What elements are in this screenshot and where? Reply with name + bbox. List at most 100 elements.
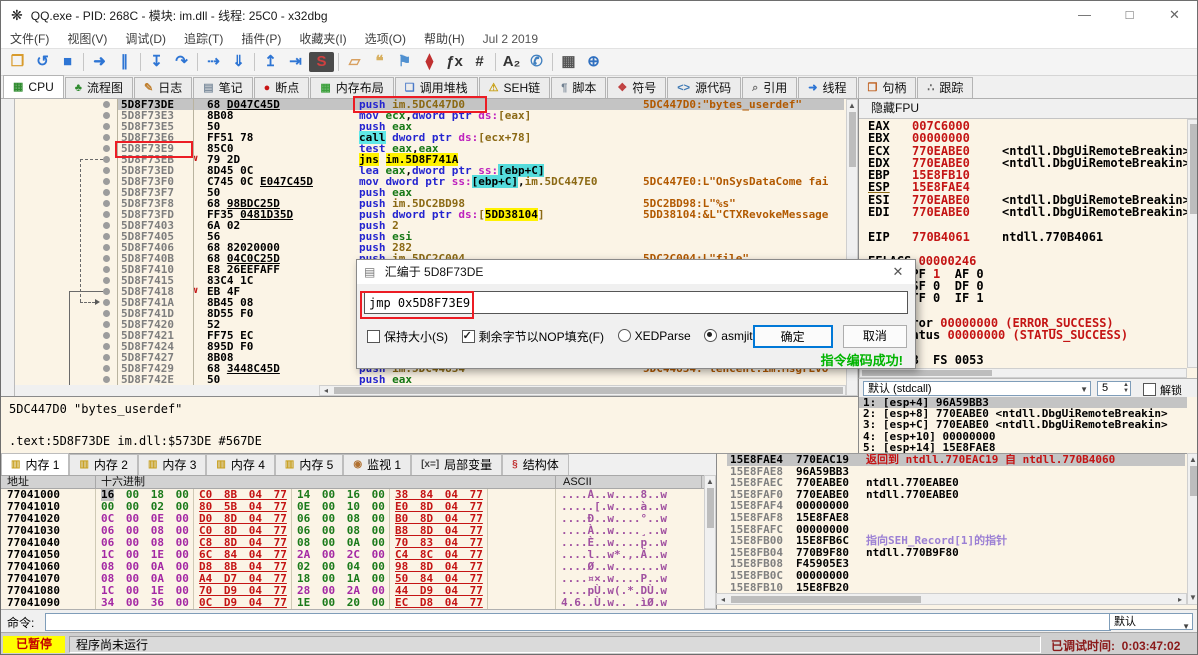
run-to-cursor-icon[interactable]: ⇢	[201, 50, 226, 74]
breakpoint-dot[interactable]	[103, 233, 110, 240]
breakpoint-dot[interactable]	[103, 255, 110, 262]
comment-icon[interactable]: ❝	[367, 50, 392, 74]
breakpoint-dot[interactable]	[103, 299, 110, 306]
menu-item-4[interactable]: 插件(P)	[232, 30, 290, 47]
breakpoint-dot[interactable]	[103, 123, 110, 130]
stack-horizontal-scrollbar[interactable]: ◂ ▸	[716, 593, 1187, 605]
stack-vertical-scrollbar[interactable]: ▲ ▼	[1187, 453, 1197, 605]
label-icon[interactable]: ⚑	[392, 50, 417, 74]
disasm-row[interactable]: 5D8F742E 50 push eax	[15, 374, 846, 385]
maximize-button[interactable]: □	[1107, 1, 1152, 29]
tab-watch-1[interactable]: ◉ 监视 1	[343, 454, 412, 475]
breakpoint-dot[interactable]	[103, 354, 110, 361]
breakpoint-dot[interactable]	[103, 266, 110, 273]
tab-locals[interactable]: [x=] 局部变量	[411, 454, 503, 475]
xedparse-radio[interactable]: XEDParse	[617, 329, 691, 343]
breakpoint-dot[interactable]	[103, 343, 110, 350]
stack-row[interactable]: 15E8FAF4 00000000	[717, 500, 1197, 512]
tab-script[interactable]: ¶ 脚本	[551, 77, 607, 98]
calling-convention-select[interactable]: 默认 (stdcall) ▼	[863, 381, 1091, 396]
breakpoint-dot[interactable]	[103, 288, 110, 295]
menu-item-6[interactable]: 选项(O)	[356, 30, 415, 47]
stack-row[interactable]: 15E8FAF8 15E8FAE8	[717, 512, 1197, 524]
globe-icon[interactable]: ⊕	[581, 50, 606, 74]
dump-vertical-scrollbar[interactable]: ▲	[704, 475, 716, 609]
tab-notes[interactable]: ▤ 笔记	[193, 77, 253, 98]
breakpoint-dot[interactable]	[103, 332, 110, 339]
breakpoint-dot[interactable]	[103, 156, 110, 163]
minimize-button[interactable]: —	[1062, 1, 1107, 29]
stack-row[interactable]: 15E8FB10 15E8FB20	[717, 581, 1197, 594]
registers-horizontal-scrollbar[interactable]	[859, 368, 1187, 378]
checkbox-icon[interactable]	[1143, 383, 1156, 396]
stack-row[interactable]: 15E8FB0C 00000000	[717, 570, 1197, 582]
breakpoint-dot[interactable]	[103, 376, 110, 383]
tab-dump-1[interactable]: ▥ 内存 1	[1, 453, 70, 475]
open-file-icon[interactable]: ❐	[5, 50, 30, 74]
breakpoint-dot[interactable]	[103, 310, 110, 317]
breakpoint-dot[interactable]	[103, 145, 110, 152]
menu-item-5[interactable]: 收藏夹(I)	[290, 30, 355, 47]
ok-button[interactable]: 确定	[752, 324, 833, 348]
stack-view[interactable]: 15E8FAE4 770EAC19 返回到 ntdll.770EAC19 自 ntd…	[716, 453, 1197, 609]
close-button[interactable]: ✕	[1152, 1, 1197, 29]
breakpoint-dot[interactable]	[103, 365, 110, 372]
scylla-icon[interactable]: S	[309, 52, 334, 72]
run-to-user-code-icon[interactable]: ⇥	[283, 50, 308, 74]
step-over-icon[interactable]: ↷	[169, 50, 194, 74]
pause-icon[interactable]: ∥	[112, 50, 137, 74]
tab-trace[interactable]: ∴ 跟踪	[917, 77, 974, 98]
breakpoint-dot[interactable]	[103, 321, 110, 328]
tab-references[interactable]: ⌕ 引用	[742, 77, 798, 98]
stop-icon[interactable]: ■	[55, 50, 80, 74]
tab-dump-5[interactable]: ▥ 内存 5	[274, 454, 344, 475]
memory-dump-view[interactable]: 77041000 16 00 18 00 C0 8B 04 77 14 00 16 0…	[1, 489, 704, 609]
asmjit-radio[interactable]: asmjit	[704, 329, 753, 343]
tab-call-stack[interactable]: ❏ 调用堆栈	[394, 77, 478, 98]
menu-item-2[interactable]: 调试(D)	[116, 30, 175, 47]
tab-log[interactable]: ✎ 日志	[133, 77, 193, 98]
tab-struct[interactable]: § 结构体	[502, 454, 569, 475]
keep-size-checkbox[interactable]: 保持大小(S)	[367, 328, 448, 345]
argument-row[interactable]: 5: [esp+14] 15E8FAE8	[859, 442, 1187, 453]
function-icon[interactable]: ƒx	[442, 50, 467, 74]
run-icon[interactable]: ➜	[87, 50, 112, 74]
breakpoint-dot[interactable]	[103, 222, 110, 229]
dialog-close-icon[interactable]: ✕	[881, 260, 915, 284]
bookmark-icon[interactable]: ⧫	[417, 50, 442, 74]
stack-row[interactable]: 15E8FB08 F45905E3	[717, 558, 1197, 570]
tab-dump-3[interactable]: ▥ 内存 3	[137, 454, 207, 475]
patch-icon[interactable]: ▱	[342, 50, 367, 74]
tab-seh-chain[interactable]: ⚠ SEH链	[478, 77, 551, 98]
step-into-icon[interactable]: ↧	[144, 50, 169, 74]
stack-row[interactable]: 15E8FAF0 770EABE0 ntdll.770EABE0	[717, 489, 1197, 501]
tab-memory-map[interactable]: ▦ 内存布局	[310, 77, 394, 98]
spinner-arrows-icon[interactable]: ▲ ▼	[1123, 382, 1129, 394]
breakpoint-dot[interactable]	[103, 244, 110, 251]
menu-item-0[interactable]: 文件(F)	[1, 30, 58, 47]
stack-row[interactable]: 15E8FB00 15E8FB6C 指向SEH_Record[1]的指针	[717, 535, 1197, 547]
calculator-icon[interactable]: ▦	[556, 50, 581, 74]
registers-vertical-scrollbar[interactable]	[1187, 119, 1197, 368]
breakpoint-dot[interactable]	[103, 178, 110, 185]
dump-row[interactable]: 77041090 34 00 36 00 0C D9 04 77 1E 00 20 0…	[1, 597, 704, 609]
breakpoint-dot[interactable]	[103, 167, 110, 174]
breakpoint-dot[interactable]	[103, 134, 110, 141]
hash-icon[interactable]: #	[467, 50, 492, 74]
cancel-button[interactable]: 取消	[842, 324, 907, 348]
stack-arguments-panel[interactable]: 1: [esp+4] 96A59BB3 2: [esp+8] 770EABE0 <…	[858, 397, 1187, 453]
tab-graph[interactable]: ♣ 流程图	[64, 77, 133, 98]
hide-fpu-button[interactable]: 隐藏FPU	[859, 99, 1197, 119]
command-type-select[interactable]: 默认 ▼	[1109, 613, 1193, 631]
breakpoint-dot[interactable]	[103, 200, 110, 207]
radio-selected-icon[interactable]	[704, 329, 718, 342]
tab-threads[interactable]: ➜ 线程	[798, 77, 857, 98]
breakpoint-dot[interactable]	[103, 211, 110, 218]
command-input[interactable]	[45, 613, 1111, 631]
execute-till-return-icon[interactable]: ↥	[258, 50, 283, 74]
tab-dump-4[interactable]: ▥ 内存 4	[206, 454, 275, 475]
trace-into-icon[interactable]: ⇓	[226, 50, 251, 74]
restart-icon[interactable]: ↺	[30, 50, 55, 74]
assemble-instruction-input[interactable]	[364, 291, 908, 314]
tab-cpu[interactable]: ▦ CPU	[3, 75, 64, 98]
